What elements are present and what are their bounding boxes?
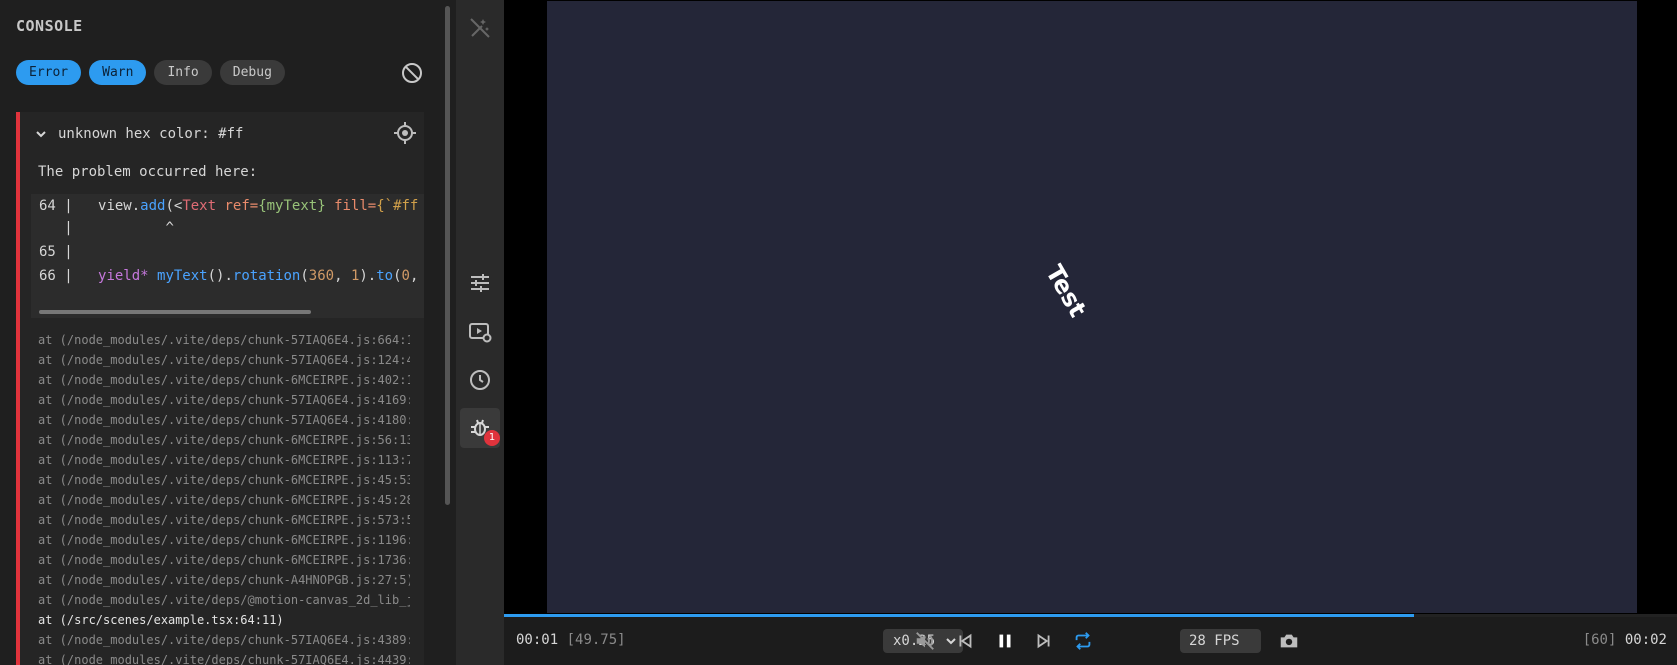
video-settings-icon: [469, 323, 492, 343]
scene-text: Test: [1040, 260, 1092, 322]
pause-icon: [999, 634, 1011, 648]
code-line-64: 64 | view.add(<Text ref={myText} fill={`…: [39, 198, 419, 214]
sidebar-item-properties[interactable]: [460, 263, 500, 303]
sliders-icon: [471, 274, 489, 292]
sidebar-item-effects[interactable]: [460, 8, 500, 48]
log-level-filters: Error Warn Info Debug: [16, 60, 285, 85]
code-snippet: 64 | view.add(<Text ref={myText} fill={`…: [31, 194, 424, 318]
volume-off-icon: [916, 632, 934, 650]
magic-wand-off-icon: [470, 18, 490, 38]
stack-trace-line[interactable]: at (/node_modules/.vite/deps/chunk-57IAQ…: [38, 410, 410, 430]
stack-trace-line[interactable]: at (/node_modules/.vite/deps/chunk-57IAQ…: [38, 630, 410, 650]
error-message: unknown hex color: #ff: [58, 126, 244, 142]
total-time: [60] 00:02: [1582, 632, 1667, 648]
crosshair-icon: [394, 122, 416, 144]
stack-trace-line[interactable]: at (/node_modules/.vite/deps/chunk-A4HNO…: [38, 570, 410, 590]
block-icon: [402, 63, 422, 83]
previous-frame-button[interactable]: [953, 629, 977, 653]
error-log-entry: unknown hex color: #ff The problem occur…: [16, 112, 424, 665]
locate-source-button[interactable]: [392, 120, 418, 146]
clock-icon: [470, 370, 490, 390]
stack-trace-line[interactable]: at (/node_modules/.vite/deps/chunk-6MCEI…: [38, 550, 410, 570]
skip-previous-icon: [959, 633, 972, 649]
sidebar-item-video-settings[interactable]: [460, 312, 500, 352]
stack-trace-line[interactable]: at (/node_modules/.vite/deps/chunk-6MCEI…: [38, 430, 410, 450]
stack-trace-line[interactable]: at (/node_modules/.vite/deps/chunk-6MCEI…: [38, 450, 410, 470]
tool-sidebar: 1: [456, 0, 504, 665]
console-panel: CONSOLE Error Warn Info Debug unknown he…: [0, 0, 456, 665]
stack-trace-line[interactable]: at (/node_modules/.vite/deps/chunk-6MCEI…: [38, 470, 410, 490]
code-line-caret: | ^: [39, 220, 174, 236]
fps-display[interactable]: 28 FPS: [1180, 629, 1261, 653]
error-count-badge: 1: [484, 430, 500, 446]
console-title: CONSOLE: [16, 17, 83, 35]
preview-viewport[interactable]: Test: [504, 0, 1677, 614]
stack-trace-line[interactable]: at (/node_modules/.vite/deps/chunk-57IAQ…: [38, 650, 410, 665]
stack-trace-line[interactable]: at (/src/scenes/example.tsx:64:11): [38, 610, 410, 630]
pause-button[interactable]: [993, 629, 1017, 653]
error-header[interactable]: unknown hex color: #ff: [34, 124, 243, 144]
next-frame-button[interactable]: [1032, 629, 1056, 653]
filter-debug-button[interactable]: Debug: [219, 60, 285, 85]
skip-next-icon: [1037, 633, 1050, 649]
repeat-icon: [1075, 632, 1091, 650]
code-line-66: 66 | yield* myText().rotation(360, 1).to…: [39, 268, 419, 284]
stack-trace-line[interactable]: at (/node_modules/.vite/deps/chunk-6MCEI…: [38, 490, 410, 510]
stack-trace-line[interactable]: at (/node_modules/.vite/deps/chunk-57IAQ…: [38, 330, 410, 350]
clear-console-button[interactable]: [400, 61, 424, 85]
camera-icon: [1280, 634, 1298, 648]
stack-trace-line[interactable]: at (/node_modules/.vite/deps/chunk-6MCEI…: [38, 370, 410, 390]
screenshot-button[interactable]: [1277, 629, 1301, 653]
chevron-down-icon[interactable]: [34, 127, 48, 141]
problem-description: The problem occurred here:: [38, 164, 258, 180]
sidebar-item-history[interactable]: [460, 360, 500, 400]
console-scrollbar[interactable]: [445, 6, 450, 505]
stack-trace-line[interactable]: at (/node_modules/.vite/deps/@motion-can…: [38, 590, 410, 610]
filter-error-button[interactable]: Error: [16, 60, 82, 85]
stack-trace-line[interactable]: at (/node_modules/.vite/deps/chunk-6MCEI…: [38, 510, 410, 530]
filter-info-button[interactable]: Info: [154, 60, 212, 85]
stack-trace: at (/node_modules/.vite/deps/chunk-57IAQ…: [38, 330, 410, 665]
code-line-65: 65 |: [39, 244, 73, 260]
stack-trace-line[interactable]: at (/node_modules/.vite/deps/chunk-57IAQ…: [38, 350, 410, 370]
stack-trace-line[interactable]: at (/node_modules/.vite/deps/chunk-57IAQ…: [38, 390, 410, 410]
current-time: 00:01 [49.75]: [516, 632, 626, 648]
scene-canvas[interactable]: Test: [547, 1, 1637, 613]
stack-trace-line[interactable]: at (/node_modules/.vite/deps/chunk-6MCEI…: [38, 530, 410, 550]
loop-button[interactable]: [1071, 629, 1095, 653]
sidebar-item-console[interactable]: 1: [460, 408, 500, 448]
mute-button[interactable]: [913, 629, 937, 653]
filter-warn-button[interactable]: Warn: [89, 60, 147, 85]
playback-bar: 00:01 [49.75] x0.25 28 FPS [60] 00:02: [504, 617, 1677, 665]
code-horizontal-scrollbar[interactable]: [39, 310, 311, 314]
